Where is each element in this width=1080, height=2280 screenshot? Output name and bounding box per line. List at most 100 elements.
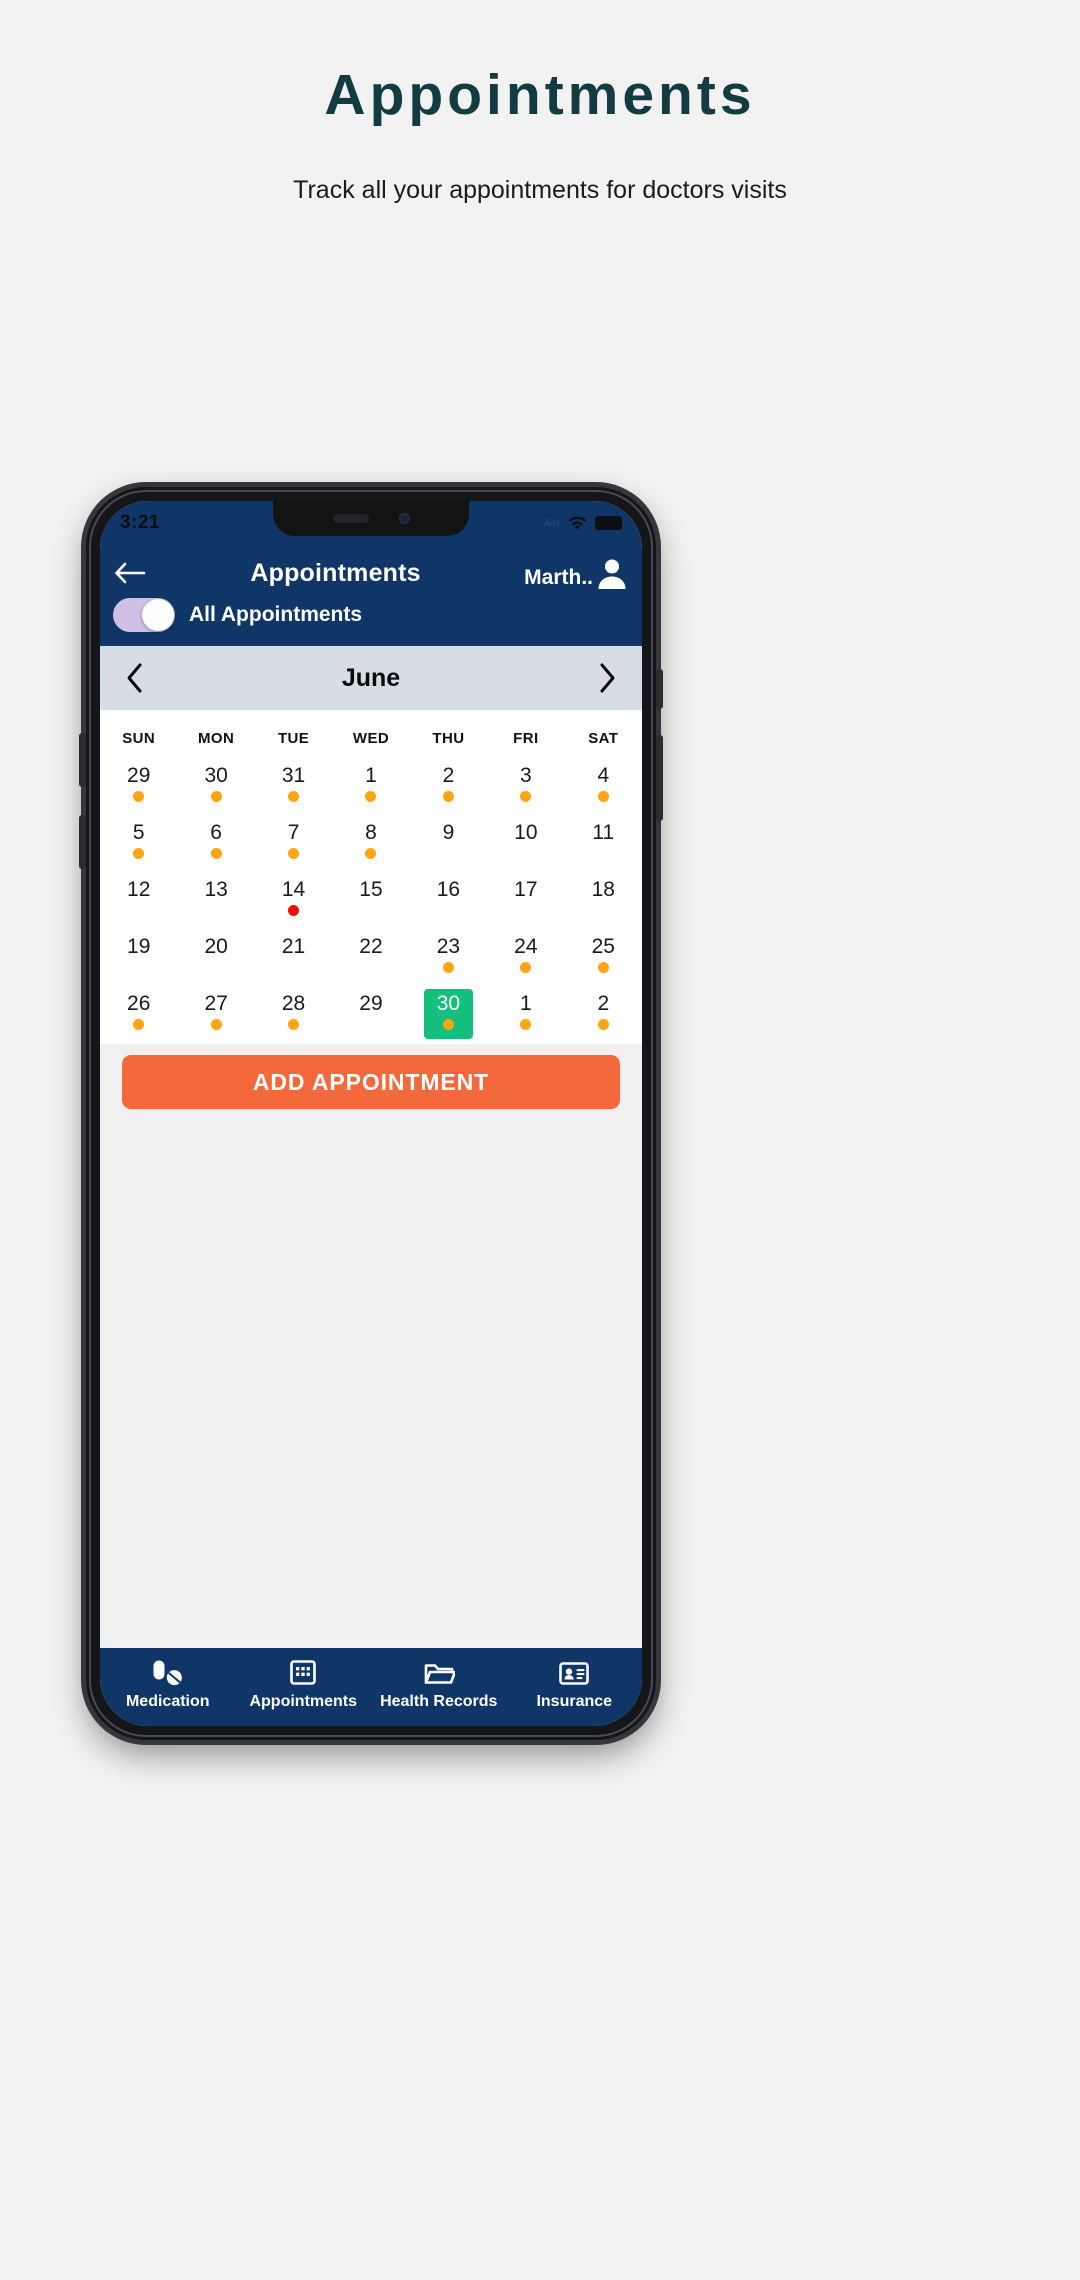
calendar-day-cell[interactable]: 3 (487, 755, 564, 812)
calendar-day-number: 12 (127, 878, 151, 901)
calendar-day[interactable]: 1 (346, 761, 395, 811)
calendar-day-cell[interactable]: 12 (100, 869, 177, 926)
appointment-dot-icon (133, 847, 145, 859)
calendar-day-selected[interactable]: 30 (423, 989, 473, 1039)
calendar-day[interactable]: 14 (269, 875, 318, 925)
calendar-day-cell[interactable]: 29 (100, 755, 177, 812)
calendar-day-cell[interactable]: 24 (487, 926, 564, 983)
calendar-day[interactable]: 10 (501, 818, 550, 868)
calendar-day-number: 7 (287, 821, 300, 844)
person-avatar-icon[interactable] (595, 556, 629, 590)
calendar-day[interactable]: 15 (346, 875, 395, 925)
calendar-day[interactable]: 23 (424, 932, 473, 982)
calendar-day-cell[interactable]: 21 (255, 926, 332, 983)
calendar-day-cell[interactable]: 27 (177, 983, 254, 1040)
calendar-day-cell[interactable]: 11 (565, 812, 642, 869)
calendar-day-cell[interactable]: 13 (177, 869, 254, 926)
calendar-day-cell[interactable]: 31 (255, 755, 332, 812)
calendar-day[interactable]: 25 (579, 932, 628, 982)
calendar-day[interactable]: 20 (192, 932, 241, 982)
calendar-day[interactable]: 13 (192, 875, 241, 925)
phone-volume-down-button[interactable] (79, 815, 86, 869)
nav-item-appointments[interactable]: Appointments (236, 1659, 372, 1711)
calendar-day[interactable]: 3 (501, 761, 550, 811)
nav-item-insurance[interactable]: Insurance (507, 1659, 643, 1711)
status-bar-carrier: Airt (544, 518, 560, 528)
calendar-day-cell[interactable]: 15 (332, 869, 409, 926)
phone-power-button[interactable] (656, 735, 663, 821)
calendar-day[interactable]: 1 (501, 989, 550, 1039)
all-appointments-toggle[interactable] (113, 598, 175, 632)
calendar-day-cell[interactable]: 2 (410, 755, 487, 812)
calendar-day-cell[interactable]: 30 (177, 755, 254, 812)
calendar-day-cell[interactable]: 1 (487, 983, 564, 1040)
calendar-day[interactable]: 31 (269, 761, 318, 811)
calendar-day[interactable]: 2 (579, 989, 628, 1039)
calendar-day[interactable]: 30 (192, 761, 241, 811)
calendar-day[interactable]: 29 (114, 761, 163, 811)
phone-silent-switch[interactable] (656, 669, 663, 709)
nav-item-health-records[interactable]: Health Records (371, 1659, 507, 1711)
calendar-day[interactable]: 6 (192, 818, 241, 868)
chevron-left-icon[interactable] (124, 662, 146, 694)
calendar-day[interactable]: 9 (424, 818, 473, 868)
calendar-day-number: 18 (591, 878, 615, 901)
calendar-day-number: 11 (592, 821, 615, 844)
calendar-day[interactable]: 21 (269, 932, 318, 982)
calendar-day-cell[interactable]: 20 (177, 926, 254, 983)
no-dot (133, 962, 144, 973)
calendar-day-cell[interactable]: 10 (487, 812, 564, 869)
phone-volume-up-button[interactable] (79, 733, 86, 787)
calendar-day-cell[interactable]: 8 (332, 812, 409, 869)
calendar-day-cell[interactable]: 1 (332, 755, 409, 812)
no-dot (520, 905, 531, 916)
calendar-day[interactable]: 7 (269, 818, 318, 868)
calendar-day[interactable]: 29 (346, 989, 395, 1039)
calendar-day[interactable]: 16 (424, 875, 473, 925)
appointment-dot-icon (288, 790, 300, 802)
calendar-day-number: 29 (127, 764, 151, 787)
calendar-day[interactable]: 27 (192, 989, 241, 1039)
calendar-day[interactable]: 22 (346, 932, 395, 982)
calendar-day-cell[interactable]: 30 (410, 983, 487, 1040)
calendar-day-cell[interactable]: 4 (565, 755, 642, 812)
calendar-day-cell[interactable]: 18 (565, 869, 642, 926)
calendar-day[interactable]: 17 (501, 875, 550, 925)
calendar-day-number: 5 (132, 821, 145, 844)
calendar-day-cell[interactable]: 25 (565, 926, 642, 983)
calendar-day[interactable]: 24 (501, 932, 550, 982)
calendar-day[interactable]: 26 (114, 989, 163, 1039)
chevron-right-icon[interactable] (596, 662, 618, 694)
calendar-day-cell[interactable]: 19 (100, 926, 177, 983)
calendar-day-cell[interactable]: 5 (100, 812, 177, 869)
back-arrow-icon[interactable] (113, 558, 147, 588)
calendar-day[interactable]: 19 (114, 932, 163, 982)
calendar-day[interactable]: 18 (579, 875, 628, 925)
app-header: Appointments Marth.. All Appointments (100, 545, 642, 646)
all-appointments-toggle-row[interactable]: All Appointments (100, 597, 642, 638)
calendar-day-cell[interactable]: 29 (332, 983, 409, 1040)
calendar-day-cell[interactable]: 22 (332, 926, 409, 983)
calendar-day[interactable]: 8 (346, 818, 395, 868)
user-profile-chip[interactable]: Marth.. (524, 556, 629, 590)
calendar-day[interactable]: 11 (579, 818, 628, 868)
calendar-day[interactable]: 12 (114, 875, 163, 925)
calendar-day-cell[interactable]: 17 (487, 869, 564, 926)
calendar-day-cell[interactable]: 9 (410, 812, 487, 869)
calendar-day-cell[interactable]: 2 (565, 983, 642, 1040)
calendar-day-cell[interactable]: 6 (177, 812, 254, 869)
battery-icon (595, 516, 622, 530)
calendar-day-cell[interactable]: 7 (255, 812, 332, 869)
calendar-day-cell[interactable]: 23 (410, 926, 487, 983)
calendar-day[interactable]: 5 (114, 818, 163, 868)
calendar-day-cell[interactable]: 26 (100, 983, 177, 1040)
calendar-day-cell[interactable]: 14 (255, 869, 332, 926)
calendar-day-cell[interactable]: 16 (410, 869, 487, 926)
calendar-day[interactable]: 28 (269, 989, 318, 1039)
nav-item-medication[interactable]: Medication (100, 1659, 236, 1711)
calendar-weeks: 29 30 31 1 2 3 4 5 6 7 8 9 10 11 12 13 14 15 16 17 18 19 20 21 2… (100, 755, 642, 1040)
add-appointment-button[interactable]: ADD APPOINTMENT (122, 1055, 620, 1109)
calendar-day[interactable]: 2 (424, 761, 473, 811)
calendar-day-cell[interactable]: 28 (255, 983, 332, 1040)
calendar-day[interactable]: 4 (579, 761, 628, 811)
